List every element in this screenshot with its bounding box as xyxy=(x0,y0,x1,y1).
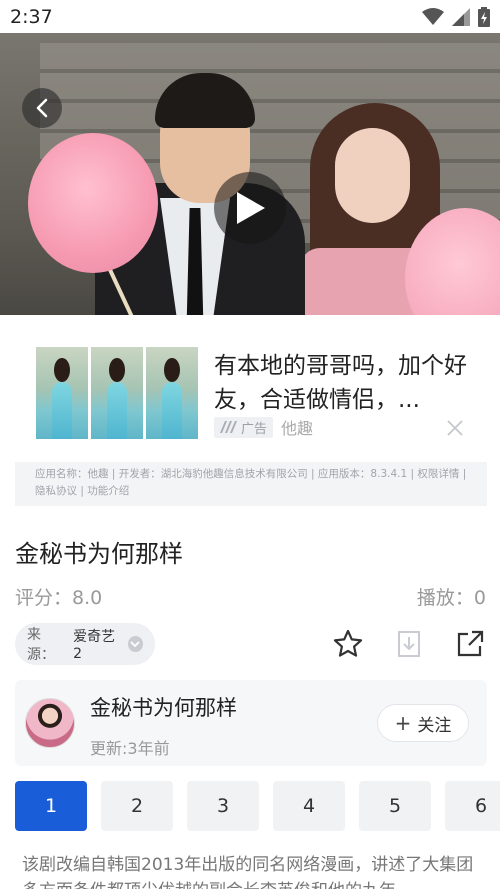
description: 该剧改编自韩国2013年出版的同名网络漫画，讲述了大集团多方面条件都顶尖优越的副… xyxy=(22,855,474,889)
avatar[interactable] xyxy=(25,698,75,748)
privacy-link[interactable]: 隐私协议 xyxy=(35,485,77,497)
close-icon[interactable] xyxy=(446,419,464,437)
source-value: 爱奇艺2 xyxy=(73,629,116,662)
status-bar: 2:37 xyxy=(0,0,500,33)
play-count: 播放：0 xyxy=(416,587,486,609)
permissions-link[interactable]: 权限详情 xyxy=(417,468,459,480)
play-icon xyxy=(237,192,265,224)
star-icon[interactable] xyxy=(332,628,364,660)
back-arrow-icon xyxy=(36,98,48,118)
ad-title[interactable]: 有本地的哥哥吗，加个好友，合适做情侣，... xyxy=(214,349,476,417)
status-time: 2:37 xyxy=(10,5,53,28)
status-icons xyxy=(422,6,490,27)
channel-name[interactable]: 金秘书为何那样 xyxy=(90,692,237,722)
follow-button[interactable]: + 关注 xyxy=(377,704,469,742)
channel-updated: 更新:3年前 xyxy=(90,739,170,758)
ad-advertiser: 他趣 xyxy=(281,419,314,438)
episode-button[interactable]: 5 xyxy=(359,781,431,831)
source-selector[interactable]: 来源： 爱奇艺2 xyxy=(15,623,155,665)
episode-button[interactable]: 1 xyxy=(15,781,87,831)
episode-button[interactable]: 4 xyxy=(273,781,345,831)
ad-banner[interactable]: 有本地的哥哥吗，加个好友，合适做情侣，... 广告 他趣 xyxy=(36,347,476,442)
episode-list: 1 2 3 4 5 6 xyxy=(15,781,500,831)
ad-meta: 广告 他趣 xyxy=(214,415,313,439)
battery-icon xyxy=(478,6,490,27)
episode-button[interactable]: 3 xyxy=(187,781,259,831)
app-info: 应用名称：他趣 | 开发者：湖北海豹他趣信息技术有限公司 | 应用版本：8.3.… xyxy=(15,462,487,506)
ad-badge: 广告 xyxy=(214,416,274,438)
features-link[interactable]: 功能介绍 xyxy=(87,485,129,497)
ad-image[interactable] xyxy=(36,347,198,439)
channel-card[interactable]: 金秘书为何那样 更新:3年前 + 关注 xyxy=(15,680,487,766)
episode-button[interactable]: 2 xyxy=(101,781,173,831)
episode-button[interactable]: 6 xyxy=(445,781,500,831)
play-button[interactable] xyxy=(214,172,286,244)
wifi-icon xyxy=(422,7,444,25)
plus-icon: + xyxy=(394,711,412,735)
signal-icon xyxy=(452,7,470,26)
share-icon[interactable] xyxy=(454,628,486,660)
page-title: 金秘书为何那样 xyxy=(15,540,183,568)
back-button[interactable] xyxy=(22,88,62,128)
ad-logo-icon xyxy=(220,421,237,433)
chevron-down-icon xyxy=(127,636,144,652)
download-icon[interactable] xyxy=(393,628,425,660)
video-player[interactable] xyxy=(0,33,500,315)
source-label: 来源： xyxy=(27,627,55,663)
rating: 评分：8.0 xyxy=(15,587,103,609)
